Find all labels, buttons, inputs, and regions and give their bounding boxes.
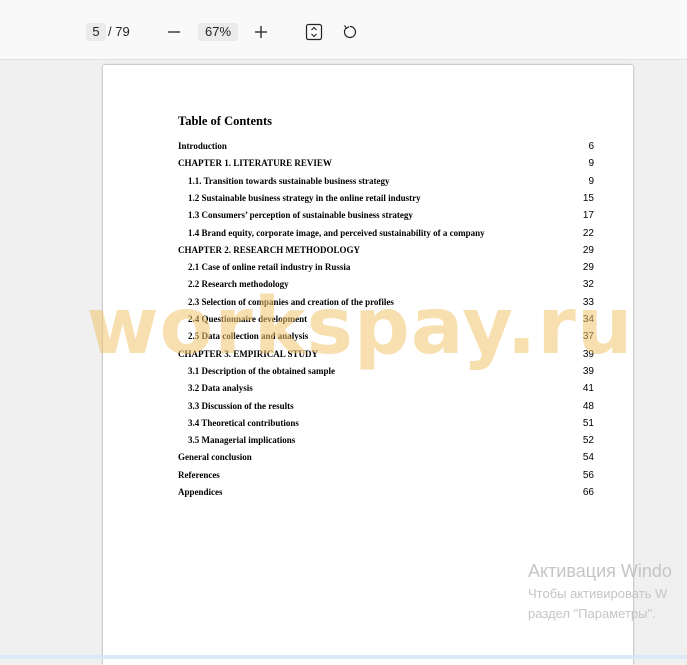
toc-entry-page: 41 <box>582 383 594 395</box>
toc-entry[interactable]: CHAPTER 2. RESEARCH METHODOLOGY 29 <box>178 245 594 259</box>
toc-entry[interactable]: 2.2 Research methodology 32 <box>178 279 594 293</box>
toc-entry[interactable]: References 56 <box>178 470 594 484</box>
toc-entry[interactable]: 3.5 Managerial implications 52 <box>178 435 594 449</box>
activation-line-3: раздел "Параметры". <box>528 606 656 621</box>
toc-entry-page: 32 <box>582 279 594 291</box>
toc-entry[interactable]: 3.4 Theoretical contributions 51 <box>178 418 594 432</box>
toc-entry-label: 2.5 Data collection and analysis <box>188 331 309 342</box>
rotate-icon[interactable] <box>340 22 360 42</box>
toc-entry-label: Appendices <box>178 487 223 497</box>
toc-entry-label: 3.1 Description of the obtained sample <box>188 365 335 376</box>
toc-entry[interactable]: 3.2 Data analysis 41 <box>178 383 594 397</box>
toc-entry[interactable]: 1.3 Consumers’ perception of sustainable… <box>178 210 594 224</box>
toc-entry-label: References <box>178 469 220 480</box>
toc-entry-label: 3.4 Theoretical contributions <box>188 417 299 428</box>
toc-entry-page: 15 <box>582 192 594 204</box>
toc-entry-page: 22 <box>582 227 594 239</box>
toc-entry[interactable]: 1.2 Sustainable business strategy in the… <box>178 193 594 207</box>
toc-title: Table of Contents <box>178 114 272 128</box>
toc-entry-page: 66 <box>582 487 594 498</box>
toc-entry[interactable]: 1.1. Transition towards sustainable busi… <box>178 176 594 190</box>
toc-entry-label: Introduction <box>178 141 227 151</box>
toc-entry-label: 1.3 Consumers’ perception of sustainable… <box>188 210 413 221</box>
toc-entry-label: 1.1. Transition towards sustainable busi… <box>188 175 390 186</box>
plus-icon[interactable] <box>251 22 271 42</box>
toc-entry-page: 54 <box>582 452 594 464</box>
toc-entry[interactable]: Introduction 6 <box>178 141 594 155</box>
toc-entry-label: CHAPTER 3. EMPIRICAL STUDY <box>178 348 319 359</box>
toc-entry-page: 34 <box>582 314 594 325</box>
toc-entry-page: 6 <box>588 141 594 152</box>
toc-entry-page: 9 <box>588 175 594 187</box>
toc-entry[interactable]: Appendices 66 <box>178 487 594 501</box>
toc-entry-label: 3.3 Discussion of the results <box>188 400 294 411</box>
toc-entry-label: 1.4 Brand equity, corporate image, and p… <box>188 227 485 238</box>
toc-entry-label: 3.2 Data analysis <box>188 383 253 394</box>
zoom-level-input[interactable]: 67% <box>198 23 238 41</box>
toc-entry-page: 52 <box>582 435 594 447</box>
toc-entry-page: 17 <box>582 210 594 222</box>
toc-entry-label: General conclusion <box>178 452 252 463</box>
toc-entry-label: CHAPTER 1. LITERATURE REVIEW <box>178 158 332 169</box>
toc-entry-page: 9 <box>588 158 594 170</box>
toc-entry-label: 2.3 Selection of companies and creation … <box>188 296 394 307</box>
toc-entry-page: 51 <box>582 417 594 429</box>
toc-entry-page: 39 <box>582 348 594 360</box>
page-number-input[interactable]: 5 <box>86 23 106 41</box>
toc-entry[interactable]: 2.5 Data collection and analysis 37 <box>178 331 594 345</box>
toc-entry-label: CHAPTER 2. RESEARCH METHODOLOGY <box>178 244 361 255</box>
toc-entry-page: 29 <box>582 262 594 274</box>
toc-entry[interactable]: CHAPTER 3. EMPIRICAL STUDY 39 <box>178 349 594 363</box>
activation-line-2: Чтобы активировать W <box>528 586 668 601</box>
bottom-strip <box>0 655 687 659</box>
toc-entry[interactable]: 2.1 Case of online retail industry in Ru… <box>178 262 594 276</box>
toc-entry[interactable]: CHAPTER 1. LITERATURE REVIEW 9 <box>178 158 594 172</box>
toc-entry[interactable]: General conclusion 54 <box>178 452 594 466</box>
toc-entry-page: 39 <box>582 365 594 377</box>
windows-activation-notice: Активация Windo Чтобы активировать W раз… <box>528 560 672 624</box>
fit-page-icon[interactable] <box>304 22 324 42</box>
toc-entry-page: 29 <box>582 244 594 256</box>
pdf-toolbar: 5 / 79 67% <box>0 0 687 60</box>
toc-entry[interactable]: 2.4 Questionnaire development 34 <box>178 314 594 328</box>
toc-entry-label: 3.5 Managerial implications <box>188 435 296 446</box>
toc-entry-page: 33 <box>582 296 594 308</box>
toc-entry-page: 37 <box>582 331 594 343</box>
toc-entry-label: 2.1 Case of online retail industry in Ru… <box>188 262 351 273</box>
toc-entry[interactable]: 3.1 Description of the obtained sample 39 <box>178 366 594 380</box>
page-total: / 79 <box>108 24 130 39</box>
toc-entry-page: 56 <box>582 469 594 481</box>
toc-entry[interactable]: 2.3 Selection of companies and creation … <box>178 297 594 311</box>
minus-icon[interactable] <box>165 22 183 42</box>
toc-entry-label: 2.2 Research methodology <box>188 279 289 290</box>
toc-entry[interactable]: 3.3 Discussion of the results 48 <box>178 401 594 415</box>
toc-entry[interactable]: 1.4 Brand equity, corporate image, and p… <box>178 228 594 242</box>
toc-entry-page: 48 <box>582 400 594 412</box>
toc-entry-label: 1.2 Sustainable business strategy in the… <box>188 192 421 203</box>
activation-title: Активация Windo <box>528 561 672 581</box>
toc-entry-label: 2.4 Questionnaire development <box>188 314 308 324</box>
